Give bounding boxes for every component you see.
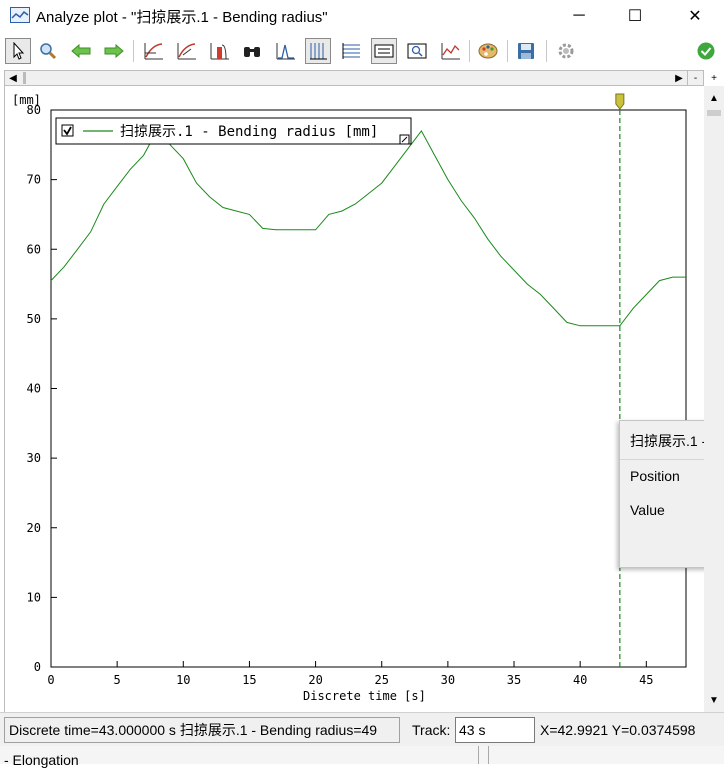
forward-arrow-icon[interactable]: [101, 38, 127, 64]
x-tick-label: 30: [441, 673, 455, 687]
x-tick-label: 35: [507, 673, 521, 687]
select-arrow-icon[interactable]: [5, 38, 31, 64]
binoculars-icon[interactable]: [239, 38, 265, 64]
x-tick-label: 25: [375, 673, 389, 687]
curve-icon[interactable]: [140, 38, 166, 64]
graph-settings-icon[interactable]: [437, 38, 463, 64]
y-tick-label: 30: [27, 451, 41, 465]
zoom-window-icon[interactable]: [404, 38, 430, 64]
minimize-button[interactable]: ─: [556, 0, 602, 32]
close-button[interactable]: ✕: [672, 0, 718, 32]
legend-resize-icon[interactable]: [399, 134, 410, 145]
toolbar-separator: [469, 40, 470, 62]
x-tick-label: 0: [47, 673, 54, 687]
curve-edit-icon[interactable]: [173, 38, 199, 64]
horizontal-grid-icon[interactable]: [338, 38, 364, 64]
toolbar-separator: [507, 40, 508, 62]
collapse-button[interactable]: -: [687, 70, 703, 86]
plot-canvas[interactable]: [mm] 0 5 10 15 20 25 30 35 40 45 0102030405060708…: [5, 86, 705, 712]
popup-value-label: Value: [630, 502, 665, 518]
vertical-scrollbar[interactable]: ▲ ▼: [704, 86, 724, 712]
tree-item-elongation[interactable]: - Elongation: [4, 752, 79, 768]
x-axis-label: Discrete time [s]: [303, 689, 426, 703]
cursor-handle-icon[interactable]: [615, 93, 625, 110]
save-icon[interactable]: [513, 38, 539, 64]
y-tick-label: 10: [27, 590, 41, 604]
y-tick-label: 60: [27, 242, 41, 256]
scroll-down-button[interactable]: ▼: [706, 692, 722, 708]
x-tick-label: 40: [573, 673, 587, 687]
toolbar: [0, 36, 724, 68]
plot-area: [mm] 0 5 10 15 20 25 30 35 40 45 0 10 20 30 40 50 60 70 8…: [4, 86, 724, 712]
chart-icon[interactable]: [206, 38, 232, 64]
y-tick-label: 0: [34, 660, 41, 674]
palette-icon[interactable]: [475, 38, 501, 64]
ok-check-icon[interactable]: [693, 38, 719, 64]
status-bar: Discrete time=43.000000 s 扫掠展示.1 - Bendi…: [0, 712, 724, 746]
x-tick-label: 15: [242, 673, 256, 687]
x-tick-label: 5: [114, 673, 121, 687]
scroll-up-button[interactable]: ▲: [706, 90, 722, 106]
cursor-handle[interactable]: [615, 93, 625, 110]
back-arrow-icon[interactable]: [68, 38, 94, 64]
legend-label: 扫掠展示.1 - Bending radius [mm]: [120, 124, 378, 140]
underlying-tree-panel: - Elongation: [0, 746, 724, 768]
scroll-thumb[interactable]: [23, 72, 26, 84]
tree-divider: [478, 746, 479, 764]
analyze-plot-app-icon: [10, 7, 30, 23]
legend-icon[interactable]: [371, 38, 397, 64]
expand-button[interactable]: +: [706, 70, 722, 86]
scroll-right-button[interactable]: ▶: [671, 70, 687, 86]
y-tick-label: 80: [27, 103, 41, 117]
cursor-coordinates: X=42.9921 Y=0.0374598: [540, 722, 696, 738]
x-tick-label: 45: [639, 673, 653, 687]
x-tick-label: 10: [176, 673, 190, 687]
tree-divider: [488, 746, 489, 764]
y-tick-label: 20: [27, 521, 41, 535]
title-bar: Analyze plot - "扫掠展示.1 - Bending radius"…: [0, 0, 724, 32]
track-label: Track:: [412, 722, 451, 738]
zoom-icon[interactable]: [35, 38, 61, 64]
gear-icon[interactable]: [553, 38, 579, 64]
vertical-grid-icon[interactable]: [305, 38, 331, 64]
y-tick-label: 70: [27, 173, 41, 187]
scroll-left-button[interactable]: ◀: [5, 70, 21, 86]
x-tick-label: 20: [308, 673, 322, 687]
y-tick-label: 40: [27, 382, 41, 396]
peak-icon[interactable]: [272, 38, 298, 64]
vertical-scroll-thumb[interactable]: [707, 110, 721, 116]
status-readout: Discrete time=43.000000 s 扫掠展示.1 - Bendi…: [4, 717, 400, 743]
y-tick-label: 50: [27, 312, 41, 326]
track-input[interactable]: [455, 717, 535, 743]
window-title: Analyze plot - "扫掠展示.1 - Bending radius": [36, 9, 328, 26]
horizontal-scrollbar[interactable]: ◀ ▶ -: [4, 70, 704, 86]
toolbar-separator: [546, 40, 547, 62]
toolbar-separator: [133, 40, 134, 62]
popup-position-label: Position: [630, 468, 680, 484]
maximize-button[interactable]: ☐: [612, 0, 658, 32]
